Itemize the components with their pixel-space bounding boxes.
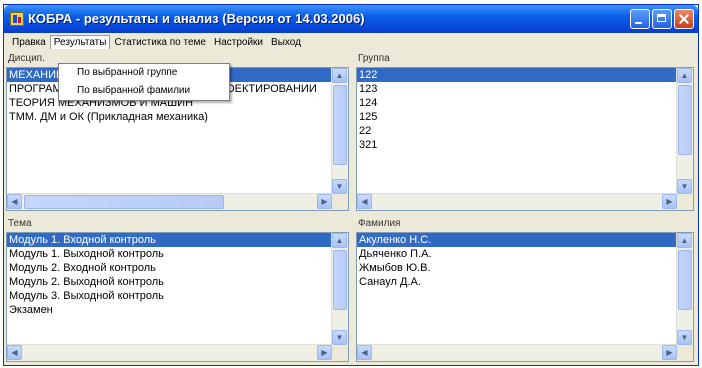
- main-window: КОБРА - результаты и анализ (Версия от 1…: [3, 4, 699, 366]
- topic-list-item[interactable]: Модуль 2. Выходной контроль: [7, 275, 348, 289]
- discipline-list-item[interactable]: ТММ. ДМ и ОК (Прикладная механика): [7, 110, 348, 124]
- scroll-corner: [677, 345, 693, 361]
- surname-label: Фамилия: [358, 218, 401, 229]
- menu-results[interactable]: Результаты: [49, 35, 111, 49]
- topic-label: Тема: [8, 218, 32, 229]
- minimize-icon[interactable]: [630, 9, 650, 29]
- arrow-left-icon[interactable]: ◀: [7, 345, 22, 360]
- arrow-right-icon[interactable]: ▶: [662, 345, 677, 360]
- topic-list-item[interactable]: Модуль 1. Выходной контроль: [7, 247, 348, 261]
- arrow-up-icon[interactable]: ▲: [677, 233, 692, 248]
- surname-hscroll[interactable]: ◀ ▶: [357, 344, 677, 361]
- scroll-thumb[interactable]: [24, 195, 224, 209]
- scroll-corner: [677, 194, 693, 210]
- arrow-up-icon[interactable]: ▲: [677, 68, 692, 83]
- topic-vscroll[interactable]: ▲ ▼: [331, 233, 348, 345]
- group-list-item[interactable]: 125: [357, 110, 693, 124]
- results-dropdown-menu: По выбранной группе По выбранной фамилии: [58, 63, 230, 101]
- menu-topic-stats[interactable]: Статистика по теме: [110, 35, 210, 50]
- arrow-down-icon[interactable]: ▼: [677, 330, 692, 345]
- surname-panel: Фамилия Акуленко Н.С. Дьяченко П.А. Жмыбов…: [354, 217, 696, 363]
- topic-panel: Тема Модуль 1. Входной контроль Модуль 1.…: [4, 217, 350, 363]
- maximize-icon[interactable]: [652, 9, 672, 29]
- topic-list-item[interactable]: Экзамен: [7, 303, 348, 317]
- surname-list-item[interactable]: Санаул Д.А.: [357, 275, 693, 289]
- surname-list-item[interactable]: Жмыбов Ю.В.: [357, 261, 693, 275]
- group-list-item[interactable]: 22: [357, 124, 693, 138]
- scroll-thumb[interactable]: [333, 250, 347, 310]
- surname-vscroll[interactable]: ▲ ▼: [676, 233, 693, 345]
- group-hscroll[interactable]: ◀ ▶: [357, 193, 677, 210]
- arrow-down-icon[interactable]: ▼: [332, 330, 347, 345]
- arrow-right-icon[interactable]: ▶: [317, 194, 332, 209]
- group-list-item[interactable]: 124: [357, 96, 693, 110]
- menu-item-by-group[interactable]: По выбранной группе: [59, 64, 229, 82]
- topic-list-item[interactable]: Модуль 2. Входной контроль: [7, 261, 348, 275]
- arrow-up-icon[interactable]: ▲: [332, 68, 347, 83]
- arrow-left-icon[interactable]: ◀: [7, 194, 22, 209]
- discipline-hscroll[interactable]: ◀ ▶: [7, 193, 332, 210]
- menu-settings[interactable]: Настройки: [210, 35, 267, 50]
- topic-list-item[interactable]: Модуль 1. Входной контроль: [7, 233, 348, 247]
- window-title: КОБРА - результаты и анализ (Версия от 1…: [28, 11, 365, 26]
- group-panel: Группа 122 123 124 125 22 321 ▲ ▼ ◀ ▶: [354, 52, 696, 212]
- app-icon: [10, 12, 24, 26]
- scroll-thumb[interactable]: [678, 250, 692, 310]
- surname-list-item[interactable]: Акуленко Н.С.: [357, 233, 693, 247]
- menu-exit[interactable]: Выход: [267, 35, 305, 50]
- arrow-down-icon[interactable]: ▼: [332, 179, 347, 194]
- discipline-label: Дисцип.: [8, 53, 45, 64]
- scroll-thumb[interactable]: [678, 85, 692, 155]
- topic-list-item[interactable]: Модуль 3. Выходной контроль: [7, 289, 348, 303]
- arrow-right-icon[interactable]: ▶: [662, 194, 677, 209]
- scroll-thumb[interactable]: [333, 85, 347, 165]
- scroll-corner: [332, 345, 348, 361]
- group-list[interactable]: 122 123 124 125 22 321 ▲ ▼ ◀ ▶: [356, 67, 694, 211]
- group-list-item[interactable]: 122: [357, 68, 693, 82]
- scroll-corner: [332, 194, 348, 210]
- topic-list[interactable]: Модуль 1. Входной контроль Модуль 1. Выхо…: [6, 232, 349, 362]
- topic-hscroll[interactable]: ◀ ▶: [7, 344, 332, 361]
- discipline-vscroll[interactable]: ▲ ▼: [331, 68, 348, 194]
- arrow-left-icon[interactable]: ◀: [357, 345, 372, 360]
- close-icon[interactable]: [674, 9, 694, 29]
- menu-bar: Правка Результаты Статистика по теме Нас…: [4, 33, 698, 51]
- title-bar[interactable]: КОБРА - результаты и анализ (Версия от 1…: [4, 5, 698, 33]
- arrow-right-icon[interactable]: ▶: [317, 345, 332, 360]
- arrow-up-icon[interactable]: ▲: [332, 233, 347, 248]
- surname-list[interactable]: Акуленко Н.С. Дьяченко П.А. Жмыбов Ю.В. Сан…: [356, 232, 694, 362]
- arrow-left-icon[interactable]: ◀: [357, 194, 372, 209]
- group-list-item[interactable]: 321: [357, 138, 693, 152]
- arrow-down-icon[interactable]: ▼: [677, 179, 692, 194]
- group-label: Группа: [358, 53, 390, 64]
- surname-list-item[interactable]: Дьяченко П.А.: [357, 247, 693, 261]
- menu-item-by-surname[interactable]: По выбранной фамилии: [59, 82, 229, 100]
- menu-edit[interactable]: Правка: [8, 35, 50, 50]
- group-vscroll[interactable]: ▲ ▼: [676, 68, 693, 194]
- group-list-item[interactable]: 123: [357, 82, 693, 96]
